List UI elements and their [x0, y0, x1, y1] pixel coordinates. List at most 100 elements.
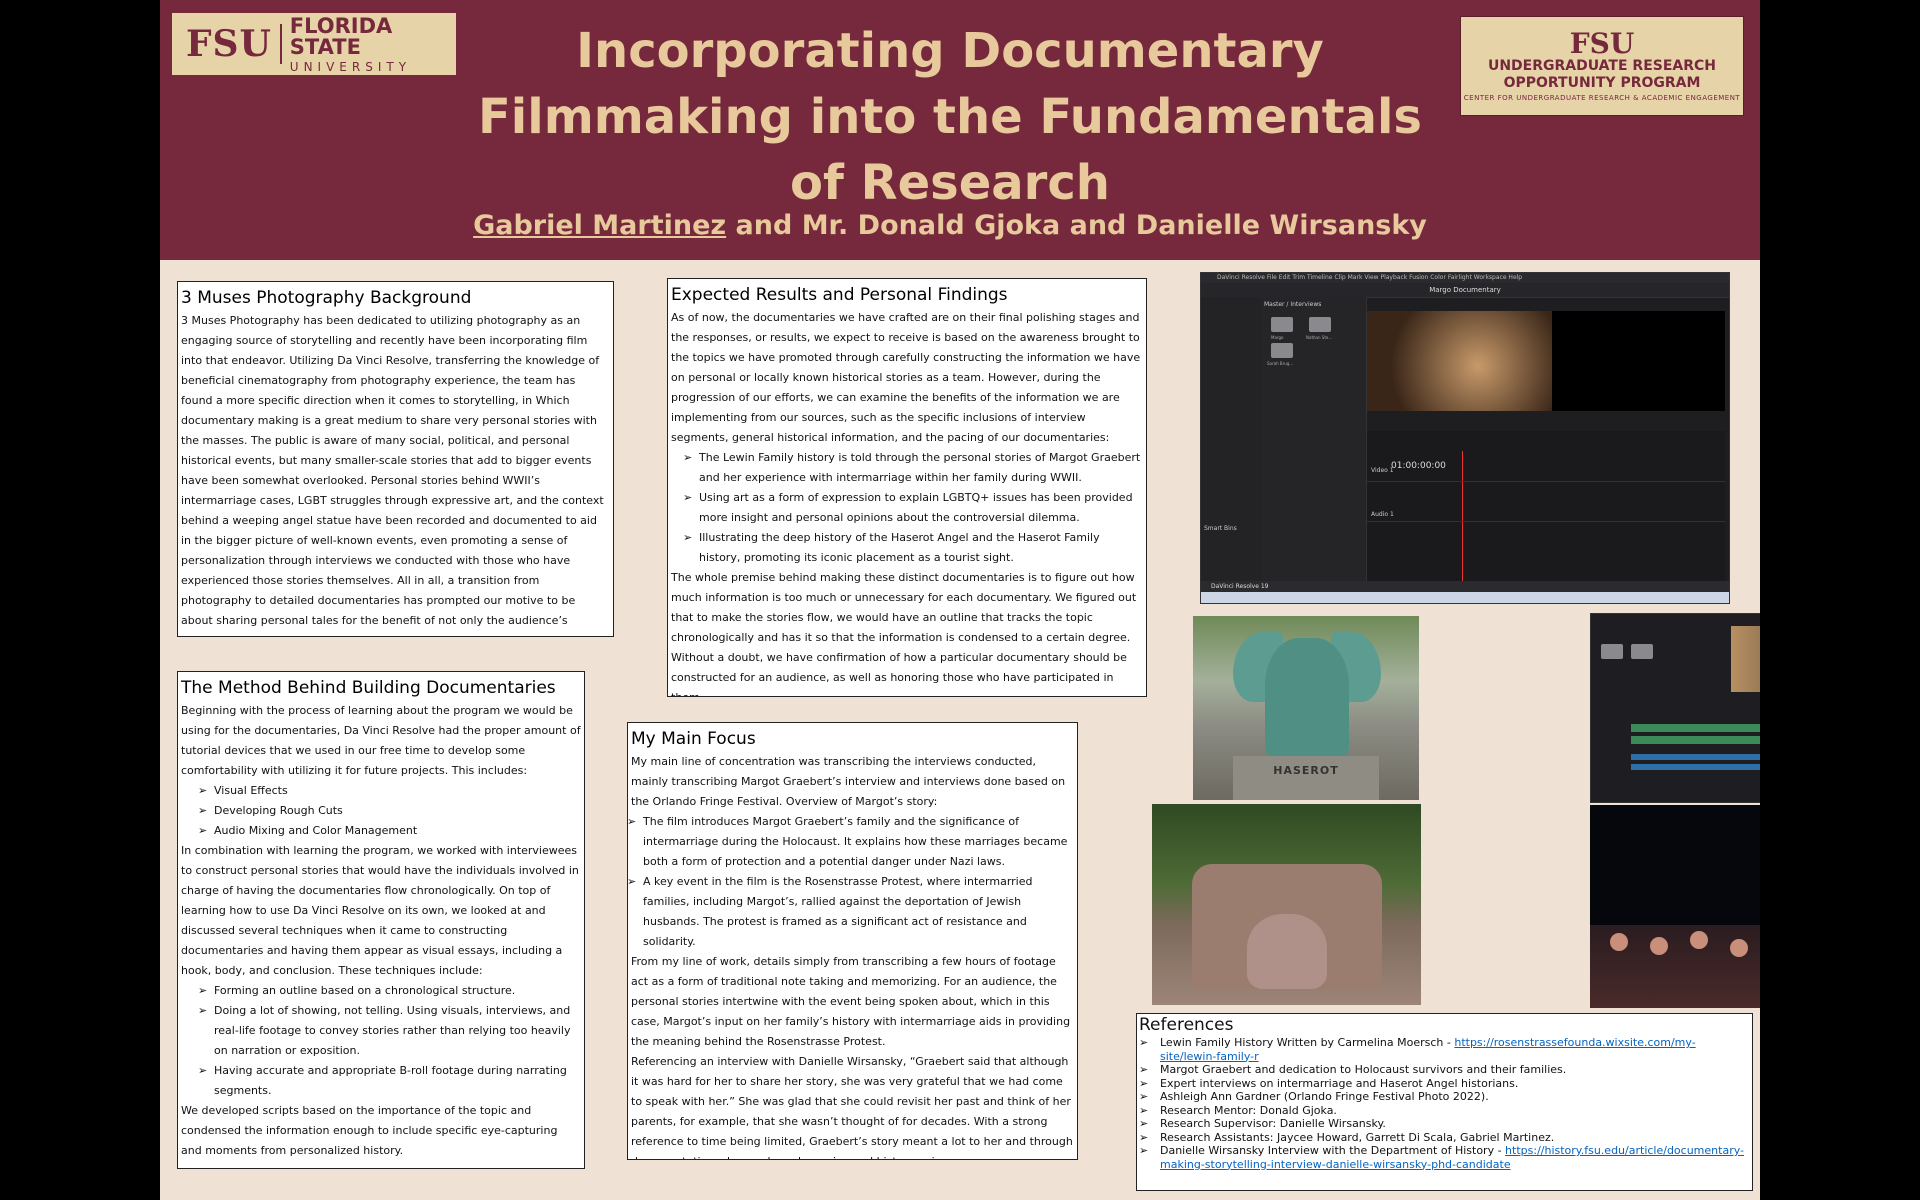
reference-item: Research Supervisor: Danielle Wirsansky. [1139, 1117, 1750, 1131]
reference-item: Expert interviews on intermarriage and H… [1139, 1077, 1750, 1091]
method-heading: The Method Behind Building Documentaries [181, 678, 556, 698]
resolve-timeline: 01:00:00:00 Video 1 Audio 1 [1367, 431, 1725, 581]
resolve-menubar: DaVinci Resolve File Edit Trim Timeline … [1201, 273, 1729, 283]
co-authors: and Mr. Donald Gjoka and Danielle Wirsan… [726, 210, 1427, 241]
results-outro: The whole premise behind making these di… [671, 571, 1137, 696]
video-track-clips [1631, 724, 1760, 732]
list-item: Developing Rough Cuts [198, 801, 581, 821]
method-outro: We developed scripts based on the import… [181, 1104, 558, 1157]
resolve-smart-bins: Smart Bins [1204, 525, 1237, 532]
resolve-track-a1: Audio 1 [1371, 511, 1394, 518]
background-heading: 3 Muses Photography Background [181, 288, 472, 308]
folder-icon [1309, 317, 1331, 332]
fsu-logo-mark: FSU [186, 23, 272, 65]
references-heading: References [1139, 1015, 1234, 1035]
folder-icon [1631, 644, 1653, 659]
folder-label: Sarah Brug... [1267, 361, 1294, 366]
focus-intro: My main line of concentration was transc… [631, 755, 1066, 808]
results-section: Expected Results and Personal Findings A… [667, 278, 1147, 697]
references-list: Lewin Family History Written by Carmelin… [1139, 1036, 1750, 1171]
urop-logo-line2: OPPORTUNITY PROGRAM [1503, 75, 1701, 91]
reference-item: Lewin Family History Written by Carmelin… [1139, 1036, 1750, 1063]
list-item: The Lewin Family history is told through… [683, 448, 1143, 488]
resolve-sidebar: Smart Bins [1201, 297, 1262, 581]
fsu-logo-line1: FLORIDA STATE [289, 13, 393, 59]
audience-member [1610, 933, 1628, 951]
video-frame [1731, 626, 1760, 692]
reference-item: Margot Graebert and dedication to Holoca… [1139, 1063, 1750, 1077]
lead-author: Gabriel Martinez [473, 210, 727, 241]
list-item: Audio Mixing and Color Management [198, 821, 581, 841]
video-track-clips [1631, 736, 1760, 744]
reference-item: Ashleigh Ann Gardner (Orlando Fringe Fes… [1139, 1090, 1750, 1104]
audience-member [1730, 939, 1748, 957]
focus-heading: My Main Focus [631, 729, 756, 749]
statue-base [1233, 756, 1379, 800]
angel-inscription: HASEROT [1273, 764, 1339, 777]
fsu-logo-line2: UNIVERSITY [289, 59, 412, 74]
audio-track-clips [1631, 764, 1760, 770]
focus-list: The film introduces Margot Graebert’s fa… [628, 812, 1074, 952]
urop-logo: FSU UNDERGRADUATE RESEARCH OPPORTUNITY P… [1460, 16, 1744, 116]
list-item: Having accurate and appropriate B-roll f… [198, 1061, 581, 1101]
fsu-logo: FSU FLORIDA STATE UNIVERSITY [172, 13, 456, 75]
results-list: The Lewin Family history is told through… [671, 448, 1143, 568]
reference-text: Lewin Family History Written by Carmelin… [1160, 1036, 1455, 1049]
resolve-media-pool: Master / Interviews Margo Nathan Ste... … [1261, 297, 1367, 581]
stone-figure [1247, 914, 1327, 989]
reference-text: Danielle Wirsansky Interview with the De… [1160, 1144, 1506, 1157]
focus-section: My Main Focus My main line of concentrat… [627, 722, 1078, 1160]
title-banner: FSU FLORIDA STATE UNIVERSITY Incorporati… [160, 0, 1760, 260]
folder-icon [1271, 317, 1293, 332]
angel-statue [1265, 638, 1349, 758]
windows-taskbar [1201, 592, 1729, 603]
results-heading: Expected Results and Personal Findings [671, 285, 1008, 305]
list-item: Forming an outline based on a chronologi… [198, 981, 581, 1001]
fringe-festival-performance-photo [1590, 805, 1760, 1008]
folder-label: Nathan Ste... [1306, 335, 1333, 340]
folder-icon [1601, 644, 1623, 659]
audio-track-clips [1631, 754, 1760, 760]
reference-item: Danielle Wirsansky Interview with the De… [1139, 1144, 1750, 1171]
audience-member [1650, 937, 1668, 955]
list-item: Visual Effects [198, 781, 581, 801]
fsu-logo-divider [279, 24, 282, 64]
list-item: Using art as a form of expression to exp… [683, 488, 1143, 528]
davinci-resolve-screenshot: DaVinci Resolve File Edit Trim Timeline … [1200, 272, 1730, 604]
haserot-angel-photo: HASEROT [1193, 616, 1419, 800]
track-divider [1367, 481, 1725, 482]
list-item: A key event in the film is the Rosenstra… [628, 872, 1074, 952]
method-tools-list: Visual Effects Developing Rough Cuts Aud… [181, 781, 581, 841]
fsu-logo-wordmark: FLORIDA STATE UNIVERSITY [289, 13, 456, 74]
urop-logo-line3: CENTER FOR UNDERGRADUATE RESEARCH & ACAD… [1463, 94, 1741, 102]
resolve-bin-path: Master / Interviews [1264, 301, 1322, 308]
method-middle: In combination with learning the program… [181, 844, 579, 977]
reference-item: Research Mentor: Donald Gjoka. [1139, 1104, 1750, 1118]
method-section: The Method Behind Building Documentaries… [177, 671, 585, 1169]
resolve-project-title: Margo Documentary [1201, 283, 1729, 298]
background-section: 3 Muses Photography Background 3 Muses P… [177, 281, 614, 637]
focus-para2: Referencing an interview with Danielle W… [631, 1055, 1073, 1159]
resolve-track-v1: Video 1 [1371, 467, 1394, 474]
reference-item: Research Assistants: Jaycee Howard, Garr… [1139, 1131, 1750, 1145]
background-body: 3 Muses Photography has been dedicated t… [181, 314, 604, 636]
resolve-timecode: 01:00:00:00 [1391, 461, 1446, 471]
sculpture-garden-photo [1152, 804, 1421, 1005]
method-intro: Beginning with the process of learning a… [181, 704, 581, 777]
focus-para1: From my line of work, details simply fro… [631, 955, 1071, 1048]
audience-member [1690, 931, 1708, 949]
urop-logo-line1: UNDERGRADUATE RESEARCH [1487, 58, 1717, 74]
track-divider [1367, 521, 1725, 522]
method-techniques-list: Forming an outline based on a chronologi… [181, 981, 581, 1101]
author-line: Gabriel Martinez and Mr. Donald Gjoka an… [450, 210, 1450, 241]
list-item: Illustrating the deep history of the Has… [683, 528, 1143, 568]
urop-logo-mark: FSU [1569, 27, 1635, 60]
list-item: Doing a lot of showing, not telling. Usi… [198, 1001, 581, 1061]
poster-title: Incorporating Documentary Filmmaking int… [478, 23, 1422, 211]
folder-label: Margo [1271, 335, 1284, 340]
results-intro: As of now, the documentaries we have cra… [671, 311, 1141, 444]
folder-icon [1271, 343, 1293, 358]
references-section: References Lewin Family History Written … [1136, 1013, 1753, 1191]
list-item: The film introduces Margot Graebert’s fa… [628, 812, 1074, 872]
resolve-viewer [1367, 311, 1725, 411]
